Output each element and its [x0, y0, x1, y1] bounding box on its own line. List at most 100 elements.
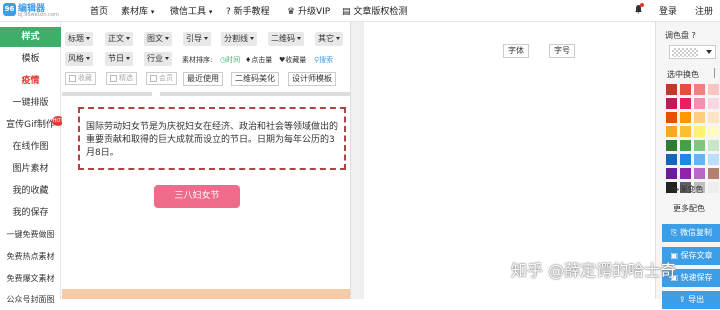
filter-image-text[interactable]: 图文 [144, 32, 172, 46]
material-card-womens-day-text[interactable]: 国际劳动妇女节是为庆祝妇女在经济、政治和社会等领域做出的重要贡献和取得的巨大成就… [78, 107, 346, 170]
sidebar-item-one-click-layout[interactable]: 一键排版 [0, 93, 61, 113]
copy-icon: ⎘ [671, 228, 678, 237]
left-sidebar: 样式 模板 疫情 一键排版 宣传Gif制作 在线作图 图片素材 我的收藏 我的保… [0, 22, 61, 304]
sidebar-item-styles[interactable]: 样式 [0, 27, 61, 47]
font-size-select[interactable]: 字号 [549, 44, 575, 58]
nav-tutorial[interactable]: ? 新手教程 [226, 4, 270, 17]
nav-wechat-tools[interactable]: 微信工具 ▾ [170, 4, 212, 17]
sidebar-item-free-drawing[interactable]: 一键免费做图 [0, 225, 61, 245]
sidebar-item-hot-topics[interactable]: 免费热点素材 [0, 247, 61, 267]
filter-festival[interactable]: 节日 [105, 52, 133, 66]
export-button[interactable]: ⇪ 导出 [662, 291, 720, 309]
logo-domain: bj.96weixin.com [18, 12, 59, 18]
material-toolbar: 标题 正文 图文 引导 分割线 二维码 其它 风格 节日 行业 素材排序: ◷时… [62, 22, 350, 92]
nav-home[interactable]: 首页 [90, 4, 108, 17]
color-swatch[interactable] [708, 126, 719, 137]
sidebar-item-my-favorites[interactable]: 我的收藏 [0, 181, 61, 201]
top-navbar: 96 编辑器 bj.96weixin.com 首页 素材库 ▾ 微信工具 ▾ ?… [0, 0, 720, 22]
color-swatch[interactable] [708, 112, 719, 123]
color-swatch[interactable] [694, 140, 705, 151]
recent-used-button[interactable]: 最近使用 [183, 72, 223, 86]
color-swatch[interactable] [708, 182, 719, 193]
nav-copyright-check[interactable]: ▤ 文章版权检测 [342, 4, 407, 17]
color-swatch[interactable] [666, 168, 677, 179]
sort-by-time[interactable]: ◷时间 [220, 55, 240, 65]
color-swatch[interactable] [666, 126, 677, 137]
filter-other[interactable]: 其它 [315, 32, 343, 46]
color-swatch[interactable] [666, 98, 677, 109]
color-swatch[interactable] [708, 84, 719, 95]
filter-qrcode[interactable]: 二维码 [268, 32, 304, 46]
font-family-select[interactable]: 字体 [503, 44, 529, 58]
sidebar-item-viral-articles[interactable]: 免费爆文素材 [0, 269, 61, 289]
qrcode-beautify-button[interactable]: 二维码美化 [231, 72, 279, 86]
wechat-copy-button[interactable]: ⎘ 微信复制 [662, 224, 720, 242]
logo[interactable]: 96 编辑器 bj.96weixin.com [3, 1, 61, 21]
color-swatch[interactable] [694, 126, 705, 137]
notification-dot [640, 3, 644, 7]
nav-material-library[interactable]: 素材库 ▾ [121, 4, 154, 17]
color-swatch[interactable] [680, 126, 691, 137]
filter-style[interactable]: 风格 [65, 52, 93, 66]
export-icon: ⇪ [678, 295, 686, 304]
sidebar-item-image-material[interactable]: 图片素材 [0, 159, 61, 179]
search-link[interactable]: ⚲搜索 [314, 55, 333, 65]
color-swatch[interactable] [694, 154, 705, 165]
color-swatch[interactable] [694, 168, 705, 179]
transparent-swatch [672, 48, 698, 57]
help-icon: ? [691, 31, 696, 40]
color-swatch[interactable] [680, 84, 691, 95]
color-swatch[interactable] [708, 140, 719, 151]
divider [714, 68, 715, 78]
color-swatch[interactable] [680, 154, 691, 165]
sidebar-item-cover-images[interactable]: 公众号封面图 [0, 290, 61, 310]
filter-divider[interactable]: 分割线 [221, 32, 257, 46]
sidebar-item-epidemic[interactable]: 疫情 [0, 71, 61, 91]
check-favorites[interactable]: 收藏 [65, 72, 96, 85]
crown-icon: ♛ [287, 7, 296, 17]
material-list: 国际劳动妇女节是为庆祝妇女在经济、政治和社会等领域做出的重要贡献和取得的巨大成就… [62, 92, 350, 299]
color-swatch[interactable] [680, 112, 691, 123]
color-swatch[interactable] [666, 154, 677, 165]
palette-title: 调色盘 ? [665, 31, 696, 40]
login-link[interactable]: 登录 [659, 4, 677, 17]
sort-label: 素材排序: [182, 56, 213, 64]
sort-by-clicks[interactable]: ♦点击量 [245, 55, 272, 65]
color-swatch[interactable] [694, 112, 705, 123]
color-swatch[interactable] [680, 98, 691, 109]
color-swatch[interactable] [666, 84, 677, 95]
filter-title[interactable]: 标题 [65, 32, 93, 46]
palette-color-select[interactable] [669, 45, 716, 59]
check-member[interactable]: 会员 [146, 72, 177, 85]
color-swatch[interactable] [708, 98, 719, 109]
gradient-link[interactable]: ≫渐变色 [671, 184, 703, 195]
color-swatch[interactable] [666, 140, 677, 151]
sidebar-item-templates[interactable]: 模板 [0, 49, 61, 69]
color-swatch[interactable] [680, 168, 691, 179]
material-card-womens-day-button[interactable]: 三八妇女节 [154, 185, 240, 208]
more-colors-link[interactable]: 更多配色 [673, 203, 705, 214]
filter-body[interactable]: 正文 [105, 32, 133, 46]
color-swatch[interactable] [708, 168, 719, 179]
material-scrollbar[interactable] [350, 22, 363, 299]
sidebar-item-my-saved[interactable]: 我的保存 [0, 203, 61, 223]
color-swatch[interactable] [680, 140, 691, 151]
divider [62, 92, 350, 96]
filter-industry[interactable]: 行业 [144, 52, 172, 66]
color-swatch[interactable] [708, 154, 719, 165]
material-card-peach[interactable] [62, 289, 350, 299]
designer-template-button[interactable]: 设计师模板 [288, 72, 336, 86]
check-featured[interactable]: 精选 [106, 72, 137, 85]
chevron-down-icon [706, 50, 712, 54]
notch [152, 92, 160, 98]
select-recolor-label: 选中换色 [667, 70, 699, 79]
watermark: 知乎 @薛定谔的哈士奇 [511, 261, 677, 280]
nav-upgrade-vip[interactable]: ♛ 升级VIP [287, 4, 330, 17]
filter-guide[interactable]: 引导 [183, 32, 211, 46]
register-link[interactable]: 注册 [695, 4, 713, 17]
color-swatch[interactable] [666, 112, 677, 123]
color-swatch[interactable] [694, 84, 705, 95]
sort-by-favorites[interactable]: ♥收藏量 [279, 55, 306, 65]
sidebar-item-online-drawing[interactable]: 在线作图 [0, 137, 61, 157]
color-swatch[interactable] [694, 98, 705, 109]
